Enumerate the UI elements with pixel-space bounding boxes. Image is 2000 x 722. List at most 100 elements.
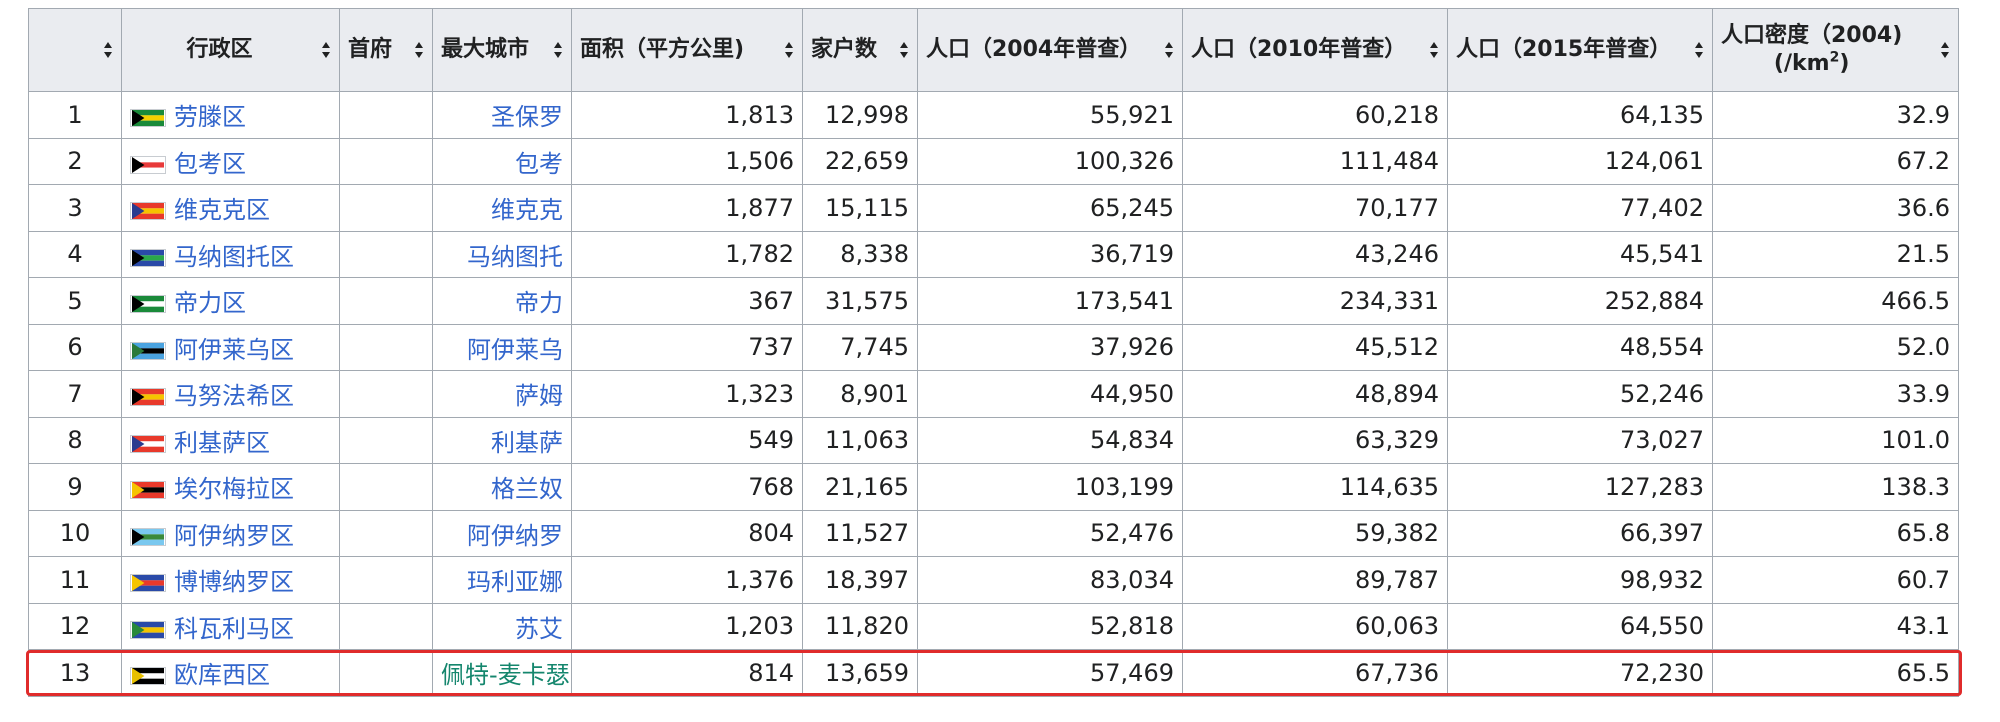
cell-index: 10 bbox=[28, 509, 122, 557]
cell-pop-2004: 54,834 bbox=[917, 416, 1183, 464]
cell-area: 768 bbox=[571, 463, 803, 511]
cell-largest-city: 马纳图托 bbox=[432, 230, 572, 278]
cell-pop-2004: 37,926 bbox=[917, 323, 1183, 371]
cell-capital bbox=[339, 649, 433, 697]
district-link[interactable]: 劳滕区 bbox=[174, 103, 246, 131]
city-link[interactable]: 萨姆 bbox=[515, 382, 563, 410]
cell-index: 11 bbox=[28, 556, 122, 604]
cell-district: 利基萨区 bbox=[121, 416, 340, 464]
header-pop-2004[interactable]: 人口（2004年普查） bbox=[917, 8, 1183, 92]
cell-index: 7 bbox=[28, 370, 122, 418]
table-row: 12 科瓦利马区 苏艾 1,203 11,820 52,818 60,063 64,550 43… bbox=[28, 602, 1959, 650]
sort-icon[interactable] bbox=[553, 41, 563, 59]
cell-pop-2015: 52,246 bbox=[1447, 370, 1713, 418]
cell-households: 12,998 bbox=[802, 91, 918, 139]
header-pop-2015[interactable]: 人口（2015年普查） bbox=[1447, 8, 1713, 92]
cell-pop-2015: 72,230 bbox=[1447, 649, 1713, 697]
city-link[interactable]: 玛利亚娜 bbox=[467, 568, 563, 596]
city-link[interactable]: 利基萨 bbox=[491, 429, 563, 457]
cell-capital bbox=[339, 509, 433, 557]
cell-district: 阿伊莱乌区 bbox=[121, 323, 340, 371]
city-link[interactable]: 马纳图托 bbox=[467, 243, 563, 271]
table-row: 2 包考区 包考 1,506 22,659 100,326 111,484 124,061 67… bbox=[28, 137, 1959, 185]
sort-icon[interactable] bbox=[784, 41, 794, 59]
district-link[interactable]: 包考区 bbox=[174, 150, 246, 178]
district-link[interactable]: 马努法希区 bbox=[174, 382, 294, 410]
header-pop-2010[interactable]: 人口（2010年普查） bbox=[1182, 8, 1448, 92]
header-district[interactable]: 行政区 bbox=[121, 8, 340, 92]
cell-index: 12 bbox=[28, 602, 122, 650]
sort-icon[interactable] bbox=[1694, 41, 1704, 59]
header-households[interactable]: 家户数 bbox=[802, 8, 918, 92]
district-flag-icon bbox=[130, 109, 166, 128]
district-link[interactable]: 欧库西区 bbox=[174, 661, 270, 689]
cell-households: 11,063 bbox=[802, 416, 918, 464]
cell-district: 包考区 bbox=[121, 137, 340, 185]
city-link[interactable]: 格兰奴 bbox=[491, 475, 563, 503]
city-link[interactable]: 包考 bbox=[515, 150, 563, 178]
cell-area: 1,323 bbox=[571, 370, 803, 418]
cell-pop-2010: 60,218 bbox=[1182, 91, 1448, 139]
table-header-row: 行政区 首府 最大城市 面积（平方公里) 家户数 人口（2004年普查） 人口（… bbox=[28, 8, 1959, 92]
city-link[interactable]: 圣保罗 bbox=[491, 103, 563, 131]
cell-capital bbox=[339, 556, 433, 604]
cell-households: 7,745 bbox=[802, 323, 918, 371]
cell-largest-city: 苏艾 bbox=[432, 602, 572, 650]
cell-area: 1,782 bbox=[571, 230, 803, 278]
cell-households: 11,820 bbox=[802, 602, 918, 650]
city-link[interactable]: 阿伊莱乌 bbox=[467, 336, 563, 364]
cell-pop-2015: 45,541 bbox=[1447, 230, 1713, 278]
district-flag-icon bbox=[130, 295, 166, 314]
district-link[interactable]: 阿伊莱乌区 bbox=[174, 336, 294, 364]
cell-pop-2010: 48,894 bbox=[1182, 370, 1448, 418]
header-index[interactable] bbox=[28, 8, 122, 92]
city-link[interactable]: 维克克 bbox=[491, 196, 563, 224]
cell-district: 马努法希区 bbox=[121, 370, 340, 418]
district-link[interactable]: 科瓦利马区 bbox=[174, 615, 294, 643]
district-link[interactable]: 维克克区 bbox=[174, 196, 270, 224]
district-link[interactable]: 埃尔梅拉区 bbox=[174, 475, 294, 503]
city-link[interactable]: 阿伊纳罗 bbox=[467, 522, 563, 550]
cell-households: 22,659 bbox=[802, 137, 918, 185]
header-area[interactable]: 面积（平方公里) bbox=[571, 8, 803, 92]
cell-capital bbox=[339, 416, 433, 464]
sort-icon[interactable] bbox=[1429, 41, 1439, 59]
header-capital[interactable]: 首府 bbox=[339, 8, 433, 92]
cell-households: 18,397 bbox=[802, 556, 918, 604]
cell-capital bbox=[339, 370, 433, 418]
cell-district: 埃尔梅拉区 bbox=[121, 463, 340, 511]
cell-pop-2004: 57,469 bbox=[917, 649, 1183, 697]
cell-pop-2010: 114,635 bbox=[1182, 463, 1448, 511]
city-link[interactable]: 苏艾 bbox=[515, 615, 563, 643]
header-density[interactable]: 人口密度（2004) (/km2) bbox=[1712, 8, 1959, 92]
table-row: 8 利基萨区 利基萨 549 11,063 54,834 63,329 73,027 101.0 bbox=[28, 416, 1959, 464]
sort-icon[interactable] bbox=[1940, 41, 1950, 59]
header-largest-city[interactable]: 最大城市 bbox=[432, 8, 572, 92]
cell-capital bbox=[339, 137, 433, 185]
cell-district: 马纳图托区 bbox=[121, 230, 340, 278]
district-link[interactable]: 利基萨区 bbox=[174, 429, 270, 457]
cell-density: 36.6 bbox=[1712, 184, 1959, 232]
district-flag-icon bbox=[130, 202, 166, 221]
sort-icon[interactable] bbox=[1164, 41, 1174, 59]
district-link[interactable]: 博博纳罗区 bbox=[174, 568, 294, 596]
sort-icon[interactable] bbox=[321, 41, 331, 59]
sort-icon[interactable] bbox=[414, 41, 424, 59]
cell-pop-2010: 70,177 bbox=[1182, 184, 1448, 232]
sort-icon[interactable] bbox=[103, 41, 113, 59]
cell-district: 劳滕区 bbox=[121, 91, 340, 139]
city-link[interactable]: 佩特-麦卡瑟 bbox=[441, 661, 570, 689]
cell-density: 52.0 bbox=[1712, 323, 1959, 371]
city-link[interactable]: 帝力 bbox=[515, 289, 563, 317]
table-row: 11 博博纳罗区 玛利亚娜 1,376 18,397 83,034 89,787 98,932… bbox=[28, 556, 1959, 604]
district-link[interactable]: 阿伊纳罗区 bbox=[174, 522, 294, 550]
cell-pop-2010: 45,512 bbox=[1182, 323, 1448, 371]
district-link[interactable]: 帝力区 bbox=[174, 289, 246, 317]
sort-icon[interactable] bbox=[899, 41, 909, 59]
cell-area: 1,203 bbox=[571, 602, 803, 650]
cell-density: 65.8 bbox=[1712, 509, 1959, 557]
district-link[interactable]: 马纳图托区 bbox=[174, 243, 294, 271]
cell-index: 6 bbox=[28, 323, 122, 371]
cell-area: 1,376 bbox=[571, 556, 803, 604]
cell-area: 367 bbox=[571, 277, 803, 325]
